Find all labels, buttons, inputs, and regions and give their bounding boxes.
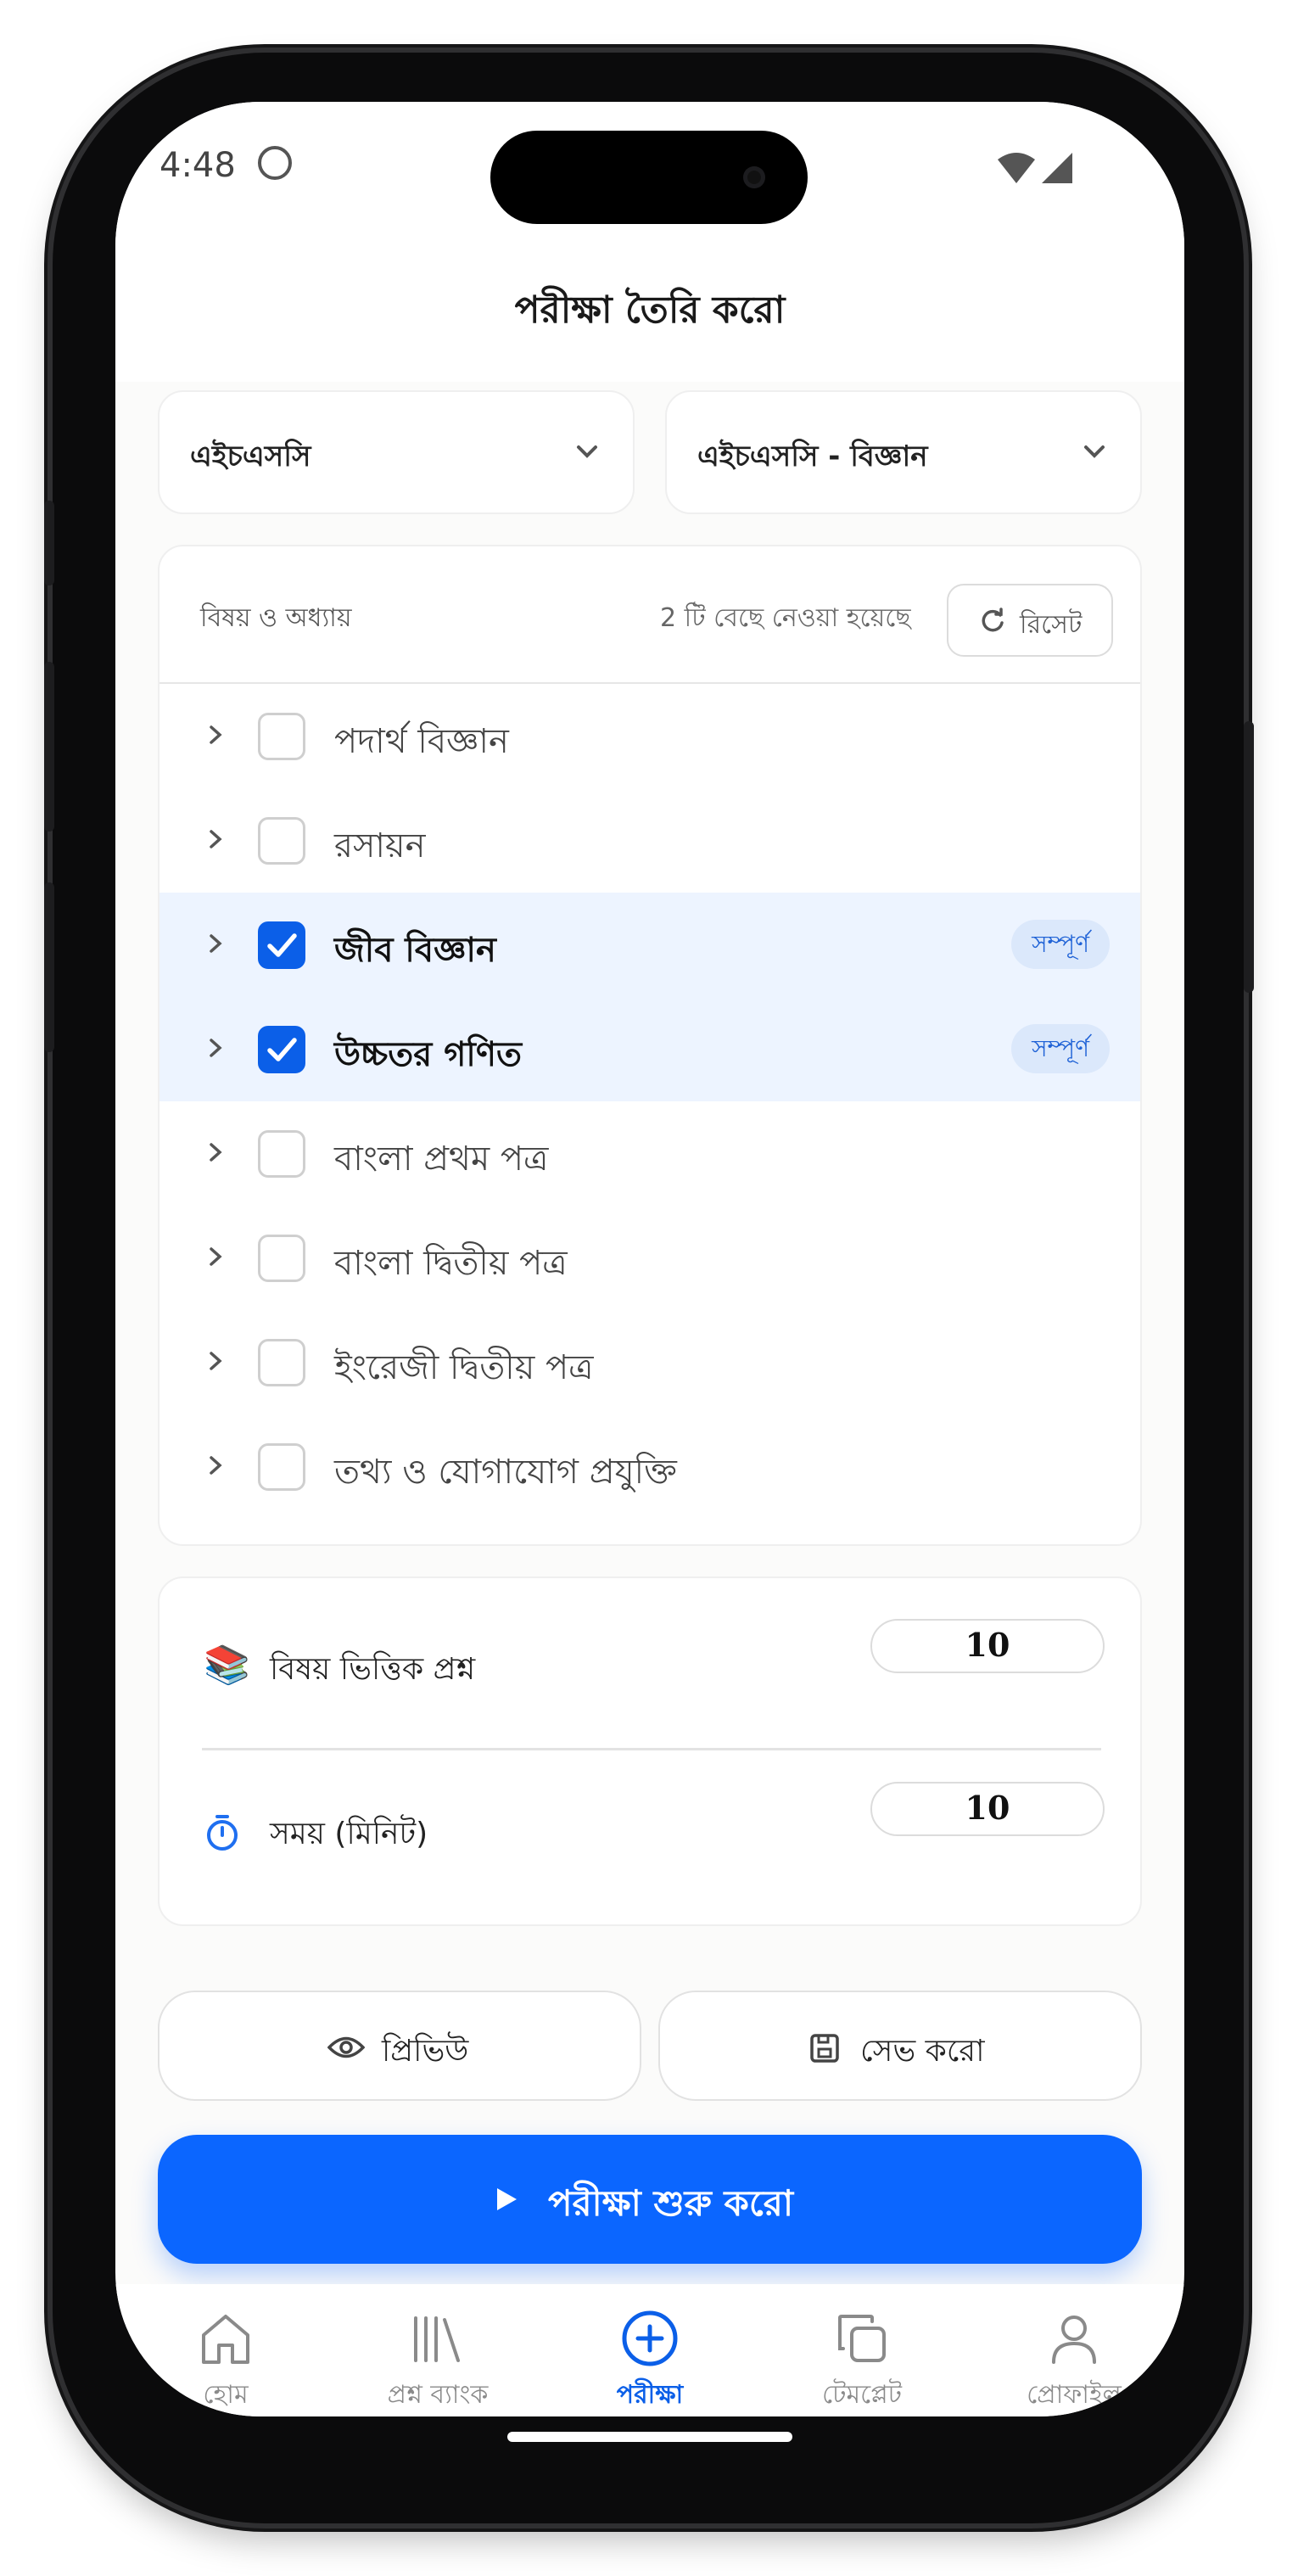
reset-label: রিসেট	[1020, 610, 1083, 640]
chevron-right-icon[interactable]	[202, 1347, 229, 1375]
group-dropdown[interactable]: এইচএসসি - বিজ্ঞান	[665, 390, 1142, 514]
tab-profile[interactable]: প্রোফাইল	[989, 2284, 1159, 2416]
time-input[interactable]: 10	[870, 1782, 1105, 1836]
subject-label: উচ্চতর গণিত	[334, 1035, 523, 1074]
preview-label: প্রিভিউ	[382, 2034, 469, 2069]
level-dropdown-value: এইচএসসি	[190, 440, 311, 473]
volume-up-button	[44, 662, 54, 832]
selected-count: 2 টি বেছে নেওয়া হয়েছে	[660, 603, 911, 633]
tab-profile-label: প্রোফাইল	[1027, 2380, 1122, 2410]
tab-exam[interactable]: পরীক্ষা	[565, 2284, 735, 2416]
save-button[interactable]: সেভ করো	[658, 1991, 1142, 2101]
cellular-signal-icon	[1042, 153, 1072, 183]
play-icon	[497, 2188, 517, 2210]
tab-question-bank[interactable]: প্রশ্ন ব্যাংক	[353, 2284, 523, 2416]
subject-label: জীব বিজ্ঞান	[334, 931, 496, 970]
chevron-right-icon[interactable]	[202, 1452, 229, 1479]
subject-row-selected[interactable]: জীব বিজ্ঞান সম্পূর্ণ	[159, 893, 1140, 997]
chevron-right-icon[interactable]	[202, 1034, 229, 1061]
reset-button[interactable]: রিসেট	[947, 584, 1113, 657]
subjects-heading: বিষয় ও অধ্যায়	[200, 603, 352, 633]
subject-checkbox[interactable]	[258, 1443, 305, 1491]
subject-label: ইংরেজী দ্বিতীয় পত্র	[334, 1348, 594, 1387]
camera-icon	[743, 166, 765, 188]
tab-home[interactable]: হোম	[141, 2284, 311, 2416]
question-count-input[interactable]: 10	[870, 1619, 1105, 1673]
tab-exam-label: পরীক্ষা	[616, 2380, 684, 2410]
complete-badge: সম্পূর্ণ	[1011, 1024, 1110, 1073]
preview-button[interactable]: প্রিভিউ	[158, 1991, 641, 2101]
books-icon: 📚	[204, 1644, 250, 1687]
group-dropdown-value: এইচএসসি - বিজ্ঞান	[697, 440, 928, 473]
chevron-right-icon[interactable]	[202, 1139, 229, 1166]
checkmark-icon	[267, 933, 297, 957]
subject-row-selected[interactable]: উচ্চতর গণিত সম্পূর্ণ	[159, 997, 1140, 1101]
copy-icon	[838, 2315, 886, 2362]
checkmark-icon	[267, 1038, 297, 1061]
chevron-right-icon[interactable]	[202, 721, 229, 748]
user-icon	[1052, 2316, 1096, 2364]
tab-templates-label: টেমপ্লেট	[821, 2380, 903, 2410]
questions-label: বিষয় ভিত্তিক প্রশ্ন	[270, 1652, 476, 1687]
home-icon	[202, 2315, 249, 2364]
plus-circle-icon	[622, 2310, 678, 2366]
chevron-right-icon[interactable]	[202, 1243, 229, 1270]
tab-question-bank-label: প্রশ্ন ব্যাংক	[387, 2380, 489, 2410]
page-title: পরীক্ষা তৈরি করো	[514, 288, 786, 332]
complete-badge: সম্পূর্ণ	[1011, 920, 1110, 969]
save-label: সেভ করো	[860, 2034, 985, 2069]
save-icon	[810, 2034, 839, 2063]
status-time: 4:48	[159, 146, 236, 185]
chevron-right-icon[interactable]	[202, 826, 229, 853]
chevron-down-icon	[1084, 445, 1105, 458]
subject-label: তথ্য ও যোগাযোগ প্রযুক্তি	[334, 1453, 677, 1492]
subject-checkbox[interactable]	[258, 713, 305, 760]
subject-checkbox[interactable]	[258, 1235, 305, 1282]
level-dropdown[interactable]: এইচএসসি	[158, 390, 635, 514]
refresh-icon	[982, 608, 1004, 632]
tab-home-label: হোম	[203, 2380, 249, 2410]
subjects-card: বিষয় ও অধ্যায় 2 টি বেছে নেওয়া হয়েছে …	[158, 545, 1142, 1546]
library-icon	[414, 2316, 460, 2362]
subject-row[interactable]: রসায়ন	[159, 788, 1140, 893]
divider	[202, 1748, 1101, 1750]
subject-checkbox[interactable]	[258, 1339, 305, 1386]
subject-label: রসায়ন	[334, 826, 426, 865]
action-button	[44, 501, 54, 585]
subject-label: পদার্থ বিজ্ঞান	[334, 722, 509, 761]
stopwatch-icon	[207, 1815, 238, 1851]
subject-row[interactable]: বাংলা দ্বিতীয় পত্র	[159, 1206, 1140, 1310]
eye-icon	[327, 2036, 365, 2058]
power-button	[1244, 721, 1254, 993]
subject-label: বাংলা প্রথম পত্র	[334, 1140, 549, 1179]
subject-row[interactable]: ইংরেজী দ্বিতীয় পত্র	[159, 1310, 1140, 1414]
subject-checkbox[interactable]	[258, 817, 305, 865]
subject-row[interactable]: পদার্থ বিজ্ঞান	[159, 684, 1140, 788]
subject-row[interactable]: তথ্য ও যোগাযোগ প্রযুক্তি	[159, 1414, 1140, 1519]
subject-checkbox-checked[interactable]	[258, 921, 305, 969]
subject-row[interactable]: বাংলা প্রথম পত্র	[159, 1101, 1140, 1206]
wifi-icon	[998, 153, 1035, 183]
app-screen: 4:48 পরীক্ষা তৈরি করো এইচএসসি এইচএসসি - …	[115, 102, 1184, 2416]
start-exam-label: পরীক্ষা শুরু করো	[548, 2182, 793, 2224]
tab-templates[interactable]: টেমপ্লেট	[777, 2284, 947, 2416]
home-indicator[interactable]	[507, 2432, 792, 2442]
subject-label: বাংলা দ্বিতীয় পত্র	[334, 1244, 568, 1283]
notification-icon	[258, 146, 292, 180]
subject-checkbox-checked[interactable]	[258, 1026, 305, 1073]
subject-checkbox[interactable]	[258, 1130, 305, 1178]
chevron-down-icon	[577, 445, 597, 458]
start-exam-button[interactable]: পরীক্ষা শুরু করো	[158, 2135, 1142, 2264]
volume-down-button	[44, 882, 54, 1052]
time-label: সময় (মিনিট)	[270, 1817, 428, 1851]
chevron-right-icon[interactable]	[202, 930, 229, 957]
exam-settings-card: 📚 বিষয় ভিত্তিক প্রশ্ন 10 সময় (মিনিট) 1…	[158, 1576, 1142, 1926]
bottom-tab-bar: হোম প্রশ্ন ব্যাংক পরীক্ষা টেমপ্লেট প্রোফ…	[115, 2284, 1184, 2416]
